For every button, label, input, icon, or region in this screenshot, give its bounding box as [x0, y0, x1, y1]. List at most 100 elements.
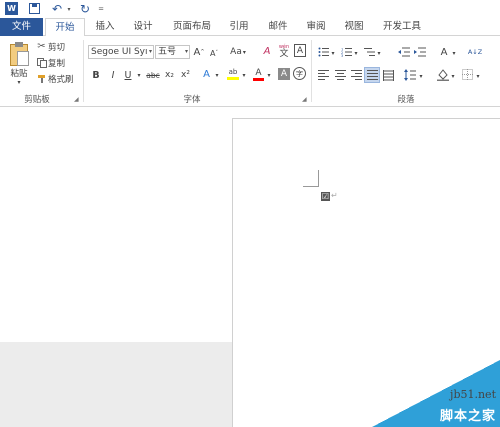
canvas-background	[0, 342, 232, 427]
character-border-icon: A	[296, 45, 304, 56]
align-right-icon	[350, 70, 362, 81]
watermark: jb51.net 脚本之家	[372, 360, 500, 427]
tab-page-layout[interactable]: 页面布局	[170, 18, 214, 36]
borders-dropdown-icon[interactable]: ▾	[475, 71, 481, 81]
highlight-color-bar	[227, 77, 239, 80]
chinese-layout-dropdown-icon[interactable]: ▾	[451, 48, 457, 58]
clipboard-icon	[10, 42, 29, 66]
tab-design[interactable]: 设计	[130, 18, 156, 36]
enclose-characters-button[interactable]: 字	[293, 67, 306, 80]
margin-corner-mark	[303, 186, 319, 187]
scissors-icon[interactable]: ✂	[36, 41, 47, 52]
justify-icon	[366, 70, 378, 81]
clipboard-group-label: 剪贴板	[24, 95, 50, 105]
underline-button[interactable]: U	[122, 68, 134, 82]
change-case-button[interactable]: Aa ▾	[227, 45, 249, 59]
increase-indent-button[interactable]	[413, 46, 426, 58]
chinese-layout-button[interactable]: A	[437, 45, 451, 59]
chevron-down-icon: ▾	[184, 48, 188, 55]
format-painter-button[interactable]: 格式刷	[48, 73, 78, 85]
highlight-button[interactable]: ab	[226, 66, 240, 82]
underline-dropdown-icon[interactable]: ▾	[136, 69, 142, 81]
grow-font-button[interactable]: A ^	[193, 45, 205, 59]
highlight-dropdown-icon[interactable]: ▾	[241, 69, 247, 81]
align-right-button[interactable]	[350, 69, 362, 81]
borders-button[interactable]	[461, 68, 474, 81]
font-name-value: Segoe UI Syı	[91, 47, 148, 57]
line-spacing-button[interactable]	[404, 68, 416, 81]
bullets-dropdown-icon[interactable]: ▾	[330, 48, 336, 58]
tab-home[interactable]: 开始	[45, 18, 85, 37]
checkbox-icon[interactable]: ☑	[321, 192, 330, 201]
font-color-icon: A	[255, 67, 262, 78]
align-left-button[interactable]	[317, 69, 329, 81]
character-shading-icon: A	[280, 69, 288, 79]
text-effects-button[interactable]: A	[200, 67, 213, 81]
multilevel-dropdown-icon[interactable]: ▾	[376, 48, 382, 58]
shading-dropdown-icon[interactable]: ▾	[450, 71, 456, 81]
numbering-button[interactable]: 123	[340, 46, 352, 58]
font-size-value: 五号	[158, 47, 177, 57]
tab-file[interactable]: 文件	[0, 18, 43, 36]
font-size-combo[interactable]: 五号 ▾	[155, 45, 190, 59]
font-color-dropdown-icon[interactable]: ▾	[266, 69, 272, 81]
align-center-icon	[334, 70, 346, 81]
distributed-button[interactable]	[382, 69, 394, 81]
tab-references[interactable]: 引用	[226, 18, 252, 36]
clear-formatting-button[interactable]: A	[260, 44, 274, 58]
tab-view[interactable]: 视图	[341, 18, 367, 36]
multilevel-list-button[interactable]	[363, 46, 375, 58]
text-effects-dropdown-icon[interactable]: ▾	[214, 69, 220, 81]
sort-button[interactable]: A↓Z	[468, 44, 482, 60]
clipboard-dialog-launcher-icon[interactable]: ◢	[74, 96, 79, 103]
highlight-icon: ab	[228, 68, 238, 76]
tab-developer[interactable]: 开发工具	[380, 18, 424, 36]
shading-button[interactable]	[436, 68, 449, 81]
bold-button[interactable]: B	[90, 68, 102, 82]
align-center-button[interactable]	[334, 69, 346, 81]
font-name-combo[interactable]: Segoe UI Syı ▾	[88, 45, 154, 59]
italic-button[interactable]: I	[107, 68, 119, 82]
sort-icon: A↓Z	[467, 47, 483, 56]
font-dialog-launcher-icon[interactable]: ◢	[302, 96, 307, 103]
font-color-button[interactable]: A	[252, 66, 265, 82]
tab-insert[interactable]: 插入	[92, 18, 118, 36]
undo-dropdown-icon[interactable]: ▾	[66, 2, 72, 16]
superscript-button[interactable]: x²	[179, 68, 192, 82]
chinese-layout-icon: A	[440, 46, 448, 58]
bullets-button[interactable]	[317, 46, 329, 58]
undo-icon[interactable]: ↶	[50, 2, 64, 16]
paste-dropdown-icon[interactable]: ▾	[15, 79, 23, 86]
decrease-indent-button[interactable]	[397, 46, 410, 58]
paragraph-mark: ↵	[331, 191, 338, 200]
tab-mailings[interactable]: 邮件	[265, 18, 291, 36]
ribbon-tabs: 文件 开始 插入 设计 页面布局 引用 邮件 审阅 视图 开发工具	[0, 18, 500, 37]
change-case-icon: Aa	[230, 47, 242, 57]
copy-button[interactable]: 复制	[48, 57, 70, 69]
subscript-button[interactable]: x₂	[163, 68, 176, 82]
group-divider	[311, 40, 312, 102]
character-border-button[interactable]: A	[294, 44, 306, 57]
margin-corner-mark	[318, 170, 319, 187]
justify-button[interactable]	[364, 67, 380, 83]
save-icon[interactable]	[29, 3, 40, 14]
phonetic-guide-icon: 文	[279, 48, 289, 59]
character-shading-button[interactable]: A	[278, 68, 290, 80]
line-spacing-dropdown-icon[interactable]: ▾	[418, 71, 424, 81]
paste-button[interactable]	[9, 42, 29, 68]
svg-text:3: 3	[341, 54, 343, 57]
customize-qat-icon[interactable]: =	[97, 2, 105, 16]
cut-button[interactable]: 剪切	[48, 41, 70, 53]
shrink-font-button[interactable]: A ˅	[208, 46, 220, 60]
strikethrough-button[interactable]: abc	[145, 68, 161, 82]
tab-review[interactable]: 审阅	[303, 18, 329, 36]
paste-label[interactable]: 粘贴	[7, 68, 31, 79]
copy-icon[interactable]	[36, 57, 47, 68]
watermark-url: jb51.net	[450, 388, 496, 401]
redo-icon[interactable]: ↻	[78, 2, 92, 16]
word-app-icon[interactable]: W	[5, 2, 18, 15]
format-painter-icon[interactable]	[36, 73, 47, 84]
numbering-dropdown-icon[interactable]: ▾	[353, 48, 359, 58]
quick-access-toolbar: W ↶ ▾ ↻ =	[0, 0, 500, 18]
phonetic-guide-button[interactable]: wén 文	[277, 42, 291, 60]
